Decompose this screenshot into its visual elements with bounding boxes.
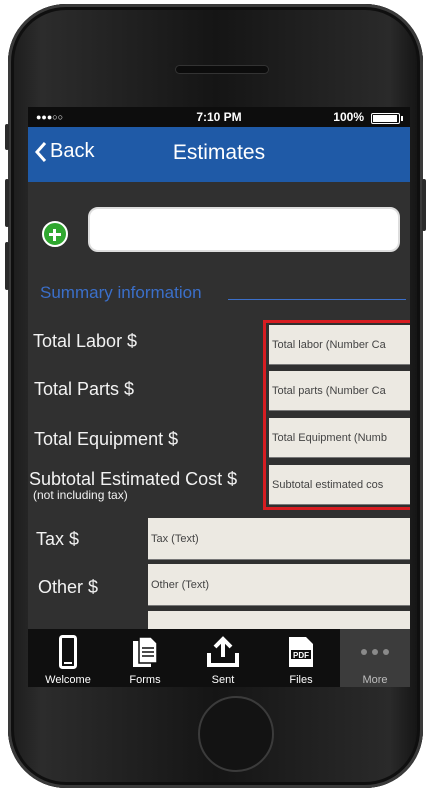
mute-switch (5, 124, 9, 150)
upload-icon (207, 636, 239, 667)
tax-label: Tax $ (36, 529, 80, 549)
battery-icon (371, 113, 403, 124)
subtotal-label: Subtotal Estimated Cost $ (not including… (29, 469, 238, 502)
tab-files[interactable]: PDF Files (264, 629, 338, 687)
pdf-icon: PDF (289, 637, 313, 667)
other-field[interactable]: Other (Text) (148, 564, 410, 606)
more-dots-icon (361, 649, 389, 655)
tab-bar: Welcome Forms Sent PDF Files More (28, 629, 410, 687)
subtotal-sublabel: (not including tax) (33, 488, 128, 502)
battery-percent: 100% (333, 110, 364, 124)
earpiece (176, 66, 268, 73)
volume-up-button (5, 179, 9, 227)
documents-icon (133, 636, 158, 667)
tab-sent-label: Sent (211, 674, 235, 686)
svg-text:PDF: PDF (293, 651, 309, 660)
volume-down-button (5, 242, 9, 290)
name-input[interactable] (88, 207, 400, 252)
tax-field[interactable]: Tax (Text) (148, 518, 410, 560)
tab-files-label: Files (289, 674, 313, 686)
power-button (422, 179, 426, 231)
phone-screen: ●●●○○ 7:10 PM 100% Back Estimates Summar… (28, 107, 410, 687)
tab-more-label: More (362, 674, 388, 686)
home-button[interactable] (198, 696, 274, 772)
total-parts-label: Total Parts $ (34, 379, 135, 399)
nav-bar: Back Estimates (28, 127, 410, 182)
other-label: Other $ (38, 577, 99, 597)
section-title: Summary information (40, 283, 202, 302)
status-bar: ●●●○○ 7:10 PM 100% (28, 107, 410, 127)
total-equipment-label: Total Equipment $ (34, 429, 179, 449)
page-title: Estimates (172, 141, 266, 164)
front-camera (169, 63, 173, 67)
tab-sent[interactable]: Sent (186, 629, 260, 687)
total-labor-label: Total Labor $ (33, 331, 138, 351)
tab-welcome-label: Welcome (45, 674, 91, 686)
add-icon[interactable] (42, 221, 68, 247)
section-divider (228, 299, 406, 300)
highlight-box (263, 320, 410, 510)
tab-forms-label: Forms (129, 674, 161, 686)
tab-more[interactable]: More (340, 629, 410, 687)
tab-forms[interactable]: Forms (108, 629, 182, 687)
tab-welcome[interactable]: Welcome (31, 629, 105, 687)
phone-icon (59, 635, 77, 669)
next-field[interactable] (148, 611, 410, 631)
